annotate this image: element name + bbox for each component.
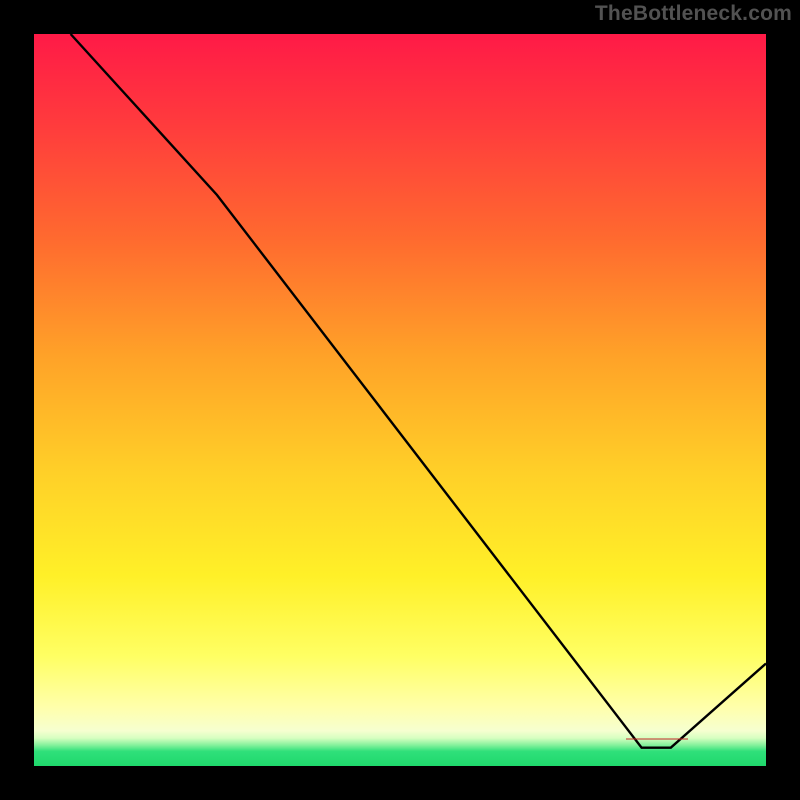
plot-svg [30, 30, 770, 770]
watermark-text: TheBottleneck.com [595, 2, 792, 26]
plot-outer [30, 30, 770, 770]
bottleneck-curve [71, 34, 766, 748]
chart-frame: TheBottleneck.com [0, 0, 800, 800]
